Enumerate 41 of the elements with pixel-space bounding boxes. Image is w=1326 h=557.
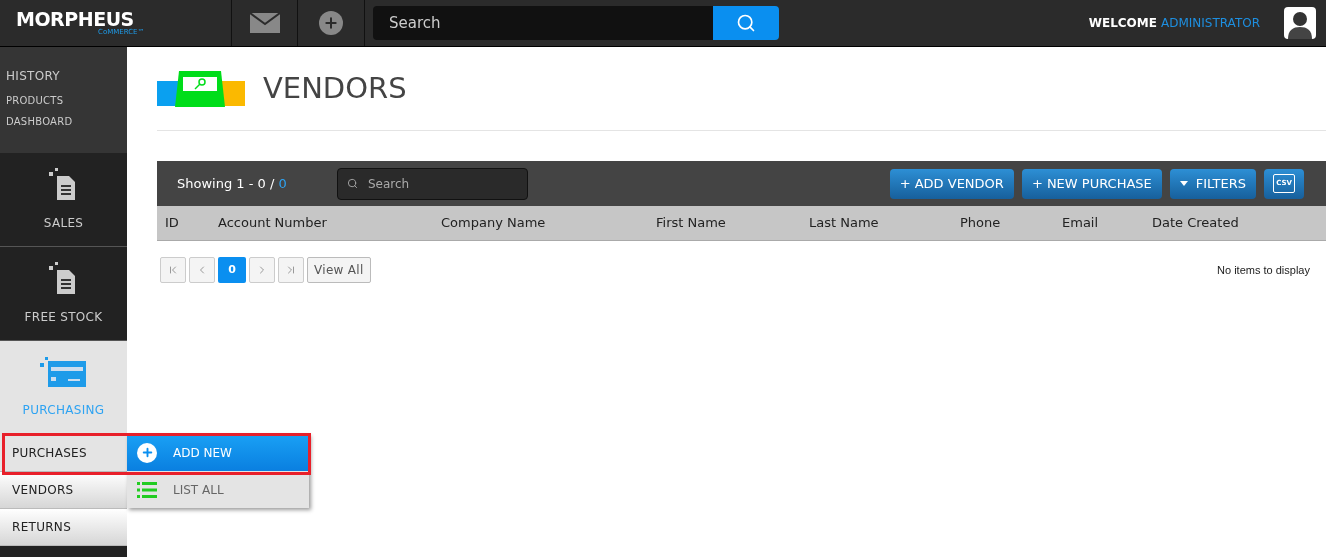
toolbar-button[interactable]: + ADD VENDOR xyxy=(889,168,1014,199)
inbox-trays-icon xyxy=(157,70,245,107)
flyout-item[interactable]: LIST ALL xyxy=(127,471,309,508)
search-icon xyxy=(736,13,756,33)
envelope-icon xyxy=(249,13,280,33)
first-page-button[interactable] xyxy=(160,257,186,283)
search-button[interactable] xyxy=(713,6,779,40)
sidebar-link[interactable]: DASHBOARD xyxy=(6,114,121,129)
submenu-item[interactable]: PURCHASES xyxy=(0,435,127,472)
column-header[interactable]: First Name xyxy=(656,213,809,233)
filters-button[interactable]: FILTERS xyxy=(1169,168,1256,199)
table-search-field[interactable]: Search xyxy=(337,167,528,200)
submenu-item[interactable]: RETURNS xyxy=(0,509,127,546)
next-page-button[interactable] xyxy=(249,257,275,283)
column-header[interactable]: Account Number xyxy=(218,213,441,233)
page-title: VENDORS xyxy=(263,69,407,107)
sidebar-link[interactable]: PRODUCTS xyxy=(6,93,121,108)
sidebar-link[interactable]: HISTORY xyxy=(6,67,121,85)
column-header[interactable]: Phone xyxy=(960,213,1062,233)
user-name[interactable]: ADMINISTRATOR xyxy=(1160,14,1260,32)
column-header[interactable]: Company Name xyxy=(441,213,656,233)
empty-message: No items to display xyxy=(1217,262,1310,278)
avatar-icon[interactable] xyxy=(1284,7,1316,39)
caret-icon xyxy=(1179,181,1188,186)
card-icon xyxy=(39,357,88,389)
first-page-icon xyxy=(167,264,179,276)
search-field[interactable]: Search xyxy=(373,6,713,40)
showing-count: Showing 1 - 0 / 0 xyxy=(177,174,288,193)
welcome-text: WELCOME xyxy=(1088,15,1157,32)
previous-page-button[interactable] xyxy=(189,257,215,283)
view-all-button[interactable]: View All xyxy=(307,257,371,283)
logo-name: MORPHEUS xyxy=(16,10,134,29)
column-header[interactable]: Last Name xyxy=(809,213,960,233)
column-header[interactable]: ID xyxy=(165,213,218,233)
last-page-button[interactable] xyxy=(278,257,304,283)
search-icon xyxy=(347,177,358,189)
last-page-icon xyxy=(285,264,297,276)
column-header[interactable]: Email xyxy=(1062,213,1152,233)
toolbar-button[interactable]: + NEW PURCHASE xyxy=(1021,168,1162,199)
list-icon xyxy=(137,480,157,499)
column-header[interactable]: Date Created xyxy=(1152,213,1326,233)
